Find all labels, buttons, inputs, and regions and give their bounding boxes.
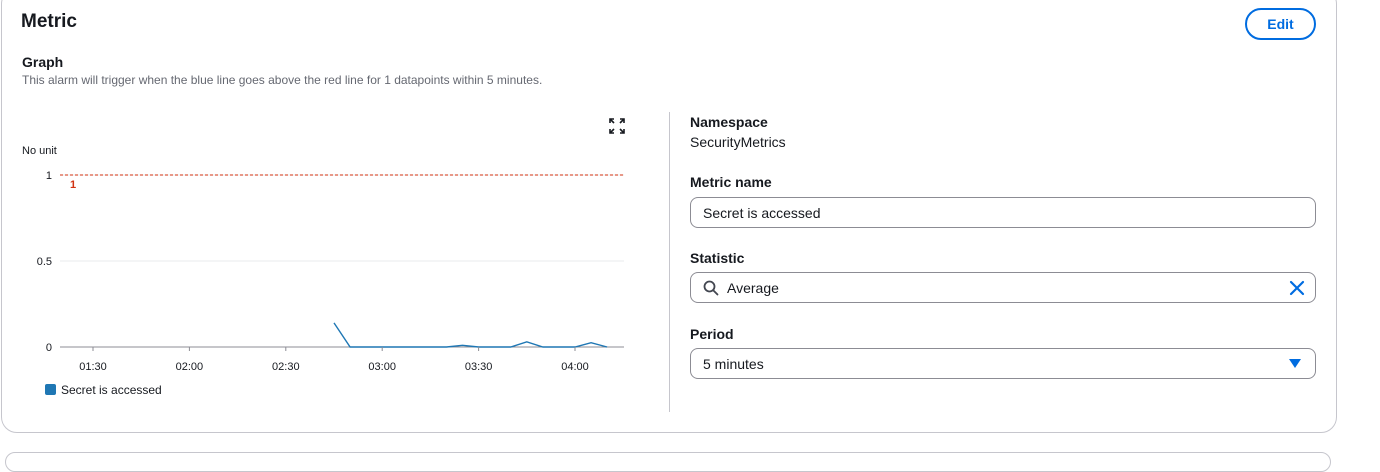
graph-description: This alarm will trigger when the blue li… [22,73,543,87]
series-line [333,322,608,348]
statistic-input[interactable]: Average [690,272,1316,303]
namespace-label: Namespace [690,114,768,130]
metric-name-value: Secret is accessed [703,204,821,221]
y-tick-label: 1 [46,170,52,182]
statistic-label: Statistic [690,250,745,266]
x-tick-label: 03:30 [465,361,493,373]
threshold-label: 1 [70,179,76,191]
x-tick-label: 03:00 [368,361,396,373]
y-tick-label: 0.5 [37,256,52,268]
caret-down-icon [1289,359,1301,368]
graph-heading: Graph [22,54,64,70]
period-value: 5 minutes [703,355,764,372]
x-tick-label: 02:30 [272,361,300,373]
metric-name-label: Metric name [690,174,772,190]
y-tick-label: 0 [46,342,52,354]
statistic-value: Average [727,279,779,296]
period-label: Period [690,326,734,342]
period-select[interactable]: 5 minutes [690,348,1316,379]
x-tick-label: 02:00 [176,361,204,373]
expand-icon[interactable] [609,118,625,134]
y-unit-label: No unit [22,145,57,157]
legend-swatch [45,384,56,395]
edit-button[interactable]: Edit [1245,8,1316,40]
search-icon [703,280,719,295]
section-title: Metric [21,11,77,32]
legend-label: Secret is accessed [61,383,162,397]
metric-name-field[interactable]: Secret is accessed [690,197,1316,228]
metric-chart: No unit 1 0.5 0 1 01:30 02:00 02:30 03:00 03:3… [22,145,624,397]
x-tick-label: 04:00 [561,361,589,373]
next-card [5,452,1331,472]
vertical-divider [669,112,670,412]
close-icon[interactable] [1289,280,1305,296]
namespace-value: SecurityMetrics [690,134,786,150]
x-tick-label: 01:30 [79,361,107,373]
